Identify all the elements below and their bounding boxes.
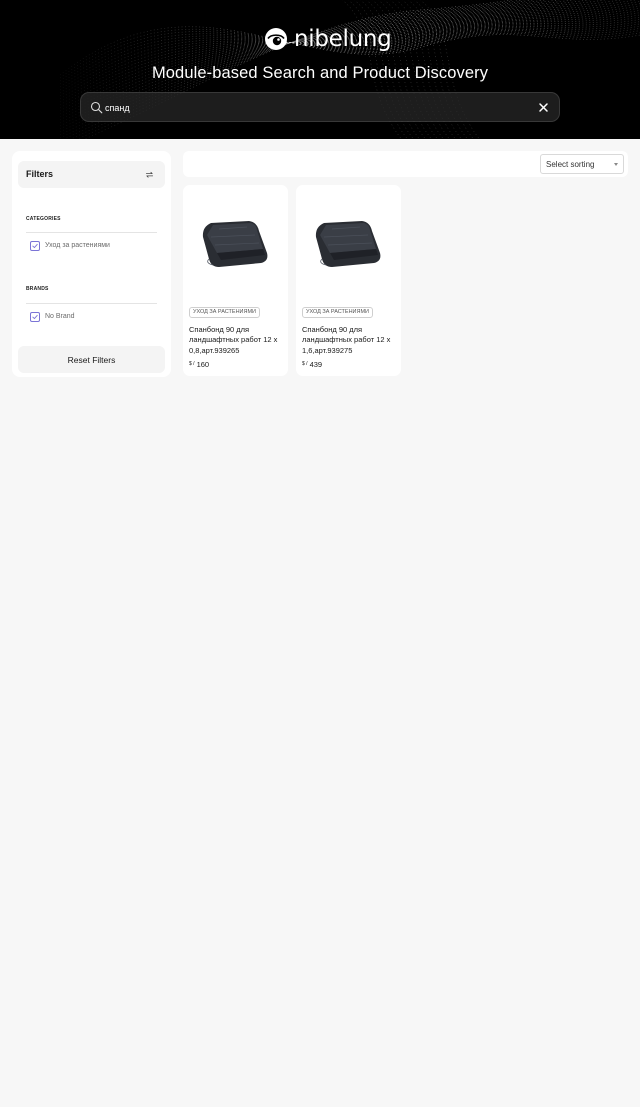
checkbox[interactable]	[30, 311, 40, 322]
divider	[26, 232, 157, 233]
chevron-down-icon	[614, 163, 618, 166]
brands-heading: BRANDS	[26, 286, 49, 292]
product-image	[315, 221, 381, 267]
price-value: 160	[196, 360, 210, 369]
logo-mark-icon	[265, 28, 287, 50]
filters-header: Filters	[18, 161, 165, 188]
product-card[interactable]: УХОД ЗА РАСТЕНИЯМИ Спанбонд 90 для ландш…	[183, 185, 288, 376]
check-icon	[32, 243, 38, 248]
page-title: Module-based Search and Product Discover…	[151, 64, 489, 82]
logo-text: nibelung	[294, 26, 392, 52]
brand-logo[interactable]: nibelung	[264, 26, 392, 52]
category-badge: УХОД ЗА РАСТЕНИЯМИ	[302, 307, 374, 318]
sort-select-label: Select sorting	[546, 160, 595, 169]
product-title[interactable]: Спанбонд 90 для ландшафтных работ 12 х 0…	[189, 325, 285, 356]
product-image	[202, 221, 268, 267]
checkbox[interactable]	[30, 240, 40, 251]
price-currency: $ /	[302, 361, 308, 367]
wave-line	[59, 12, 640, 106]
reset-filters-button[interactable]: Reset Filters	[18, 346, 165, 373]
brand-filter-option[interactable]: No Brand	[30, 311, 75, 322]
product-price: $ / 160	[189, 360, 209, 369]
filters-title: Filters	[26, 169, 54, 179]
category-filter-label: Уход за растениями	[45, 242, 110, 249]
filters-sidebar: Filters CATEGORIES Уход за растениями BR…	[12, 151, 171, 377]
search-input[interactable]	[105, 99, 525, 117]
wave-line	[59, 14, 640, 103]
product-price: $ / 439	[302, 360, 322, 369]
sort-select[interactable]: Select sorting	[540, 154, 624, 174]
search-bar	[80, 92, 560, 122]
refresh-icon[interactable]	[145, 170, 154, 179]
category-filter-option[interactable]: Уход за растениями	[30, 240, 110, 251]
price-value: 439	[309, 360, 323, 369]
search-icon	[90, 101, 103, 114]
divider	[26, 303, 157, 304]
close-icon[interactable]	[538, 102, 549, 113]
hero-banner: nibelung Module-based Search and Product…	[0, 0, 640, 139]
categories-heading: CATEGORIES	[26, 216, 61, 222]
brand-filter-label: No Brand	[45, 313, 75, 320]
product-card[interactable]: УХОД ЗА РАСТЕНИЯМИ Спанбонд 90 для ландш…	[296, 185, 401, 376]
price-currency: $ /	[189, 361, 195, 367]
product-title[interactable]: Спанбонд 90 для ландшафтных работ 12 х 1…	[302, 325, 398, 356]
category-badge: УХОД ЗА РАСТЕНИЯМИ	[189, 307, 261, 318]
check-icon	[32, 314, 38, 319]
